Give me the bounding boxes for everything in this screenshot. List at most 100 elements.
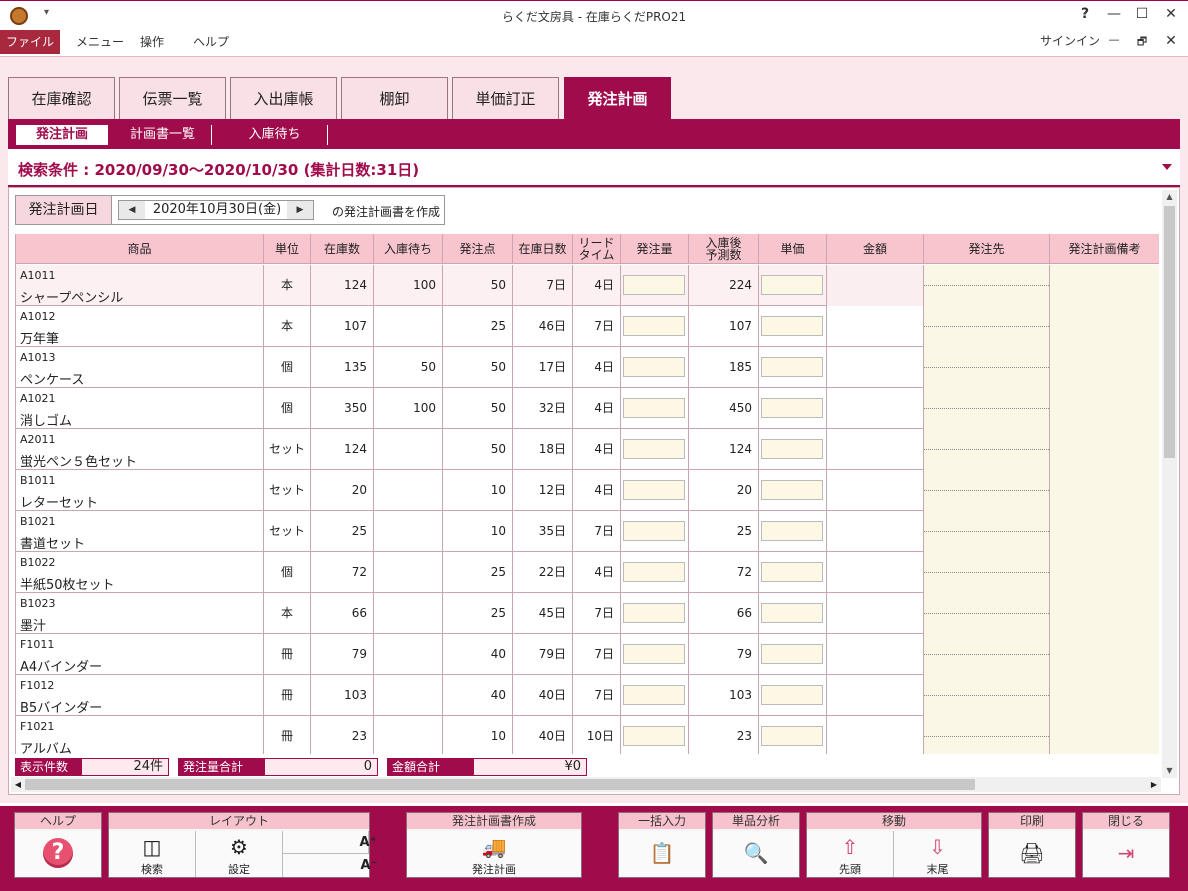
col-header-waiting[interactable]: 入庫待ち — [374, 234, 443, 264]
table-row[interactable]: B1022 半紙50枚セット個 72 25 22日 4日 72 — [16, 552, 1159, 593]
cell-plan-note[interactable] — [1050, 470, 1159, 511]
cell-supplier[interactable] — [924, 265, 1050, 306]
cell-supplier[interactable] — [924, 511, 1050, 552]
cell-plan-note[interactable] — [1050, 347, 1159, 388]
unit-price-input[interactable] — [761, 439, 823, 459]
scroll-right-icon[interactable]: ▶ — [1147, 777, 1161, 792]
signin-link[interactable]: サインイン — [1040, 32, 1100, 49]
unit-price-input[interactable] — [761, 480, 823, 500]
cell-plan-note[interactable] — [1050, 388, 1159, 429]
cell-plan-note[interactable] — [1050, 552, 1159, 593]
col-header-supplier[interactable]: 発注先 — [924, 234, 1050, 264]
unit-price-input[interactable] — [761, 644, 823, 664]
maximize-button[interactable]: ☐ — [1132, 6, 1152, 22]
unit-price-input[interactable] — [761, 562, 823, 582]
vertical-scroll-thumb[interactable] — [1164, 206, 1175, 458]
sub-restore-button[interactable]: 🗗 — [1132, 33, 1152, 52]
order-qty-input[interactable] — [623, 480, 685, 500]
cell-plan-note[interactable] — [1050, 593, 1159, 634]
font-decrease-button[interactable]: A⁻ — [283, 854, 377, 877]
subtab-plan-list[interactable]: 計画書一覧 — [114, 125, 212, 145]
cell-supplier[interactable] — [924, 552, 1050, 593]
help-button[interactable]: ? — [15, 831, 101, 877]
col-header-unit-price[interactable]: 単価 — [759, 234, 827, 264]
cell-plan-note[interactable] — [1050, 265, 1159, 306]
create-plan-button[interactable]: 🚚 発注計画 — [407, 831, 581, 877]
cell-supplier[interactable] — [924, 675, 1050, 716]
order-qty-input[interactable] — [623, 603, 685, 623]
col-header-lead-time[interactable]: リード タイム — [573, 234, 621, 264]
cell-plan-note[interactable] — [1050, 511, 1159, 552]
first-button[interactable]: ⇧ 先頭 — [807, 831, 894, 877]
order-qty-input[interactable] — [623, 562, 685, 582]
table-row[interactable]: A1021 消しゴム 個 350 100 50 32日 4日 450 — [16, 388, 1159, 429]
item-analysis-button[interactable]: 🔍 — [713, 831, 799, 877]
scroll-up-icon[interactable]: ▲ — [1162, 190, 1177, 204]
col-header-amount[interactable]: 金額 — [827, 234, 924, 264]
minimize-button[interactable]: — — [1104, 6, 1124, 22]
tab-price-correction[interactable]: 単価訂正 — [452, 77, 559, 119]
table-row[interactable]: A1011 シャープペンシル 本 124 100 50 7日 4日 224 — [16, 265, 1159, 306]
next-date-button[interactable]: ▶ — [287, 201, 313, 219]
print-button[interactable]: 🖨 — [989, 831, 1075, 877]
order-qty-input[interactable] — [623, 398, 685, 418]
order-qty-input[interactable] — [623, 644, 685, 664]
cell-plan-note[interactable] — [1050, 716, 1159, 754]
unit-price-input[interactable] — [761, 398, 823, 418]
table-row[interactable]: A2011 蛍光ペン５色セット セット 124 50 18日 4日 124 — [16, 429, 1159, 470]
col-header-reorder-point[interactable]: 発注点 — [443, 234, 513, 264]
unit-price-input[interactable] — [761, 603, 823, 623]
cell-plan-note[interactable] — [1050, 429, 1159, 470]
last-button[interactable]: ⇩ 末尾 — [894, 831, 981, 877]
tab-inventory-count[interactable]: 棚卸 — [341, 77, 448, 119]
cell-supplier[interactable] — [924, 593, 1050, 634]
expand-down-icon[interactable] — [1162, 164, 1172, 170]
plan-date-value[interactable]: 2020年10月30日(金) — [147, 201, 287, 219]
table-row[interactable]: B1023 墨汁本 66 25 45日 7日 66 — [16, 593, 1159, 634]
tab-in-out-ledger[interactable]: 入出庫帳 — [230, 77, 337, 119]
order-qty-input[interactable] — [623, 275, 685, 295]
order-qty-input[interactable] — [623, 357, 685, 377]
unit-price-input[interactable] — [761, 357, 823, 377]
table-row[interactable]: F1012 B5バインダー冊 103 40 40日 7日 103 — [16, 675, 1159, 716]
close-window-button[interactable]: ✕ — [1161, 6, 1181, 22]
table-row[interactable]: A1013 ペンケース個 135 50 50 17日 4日 185 — [16, 347, 1159, 388]
cell-supplier[interactable] — [924, 306, 1050, 347]
menu-file[interactable]: ファイル — [0, 30, 60, 54]
bulk-input-button[interactable]: 📋 — [619, 831, 705, 877]
table-row[interactable]: B1021 書道セット セット 25 10 35日 7日 25 — [16, 511, 1159, 552]
table-row[interactable]: F1021 アルバム冊 23 10 40日 10日 23 — [16, 716, 1159, 754]
col-header-order-qty[interactable]: 発注量 — [621, 234, 689, 264]
help-question-button[interactable]: ? — [1075, 6, 1095, 22]
menu-operation[interactable]: 操作 — [130, 30, 174, 54]
unit-price-input[interactable] — [761, 685, 823, 705]
col-header-product[interactable]: 商品 — [16, 234, 264, 264]
unit-price-input[interactable] — [761, 726, 823, 746]
order-qty-input[interactable] — [623, 685, 685, 705]
order-qty-input[interactable] — [623, 726, 685, 746]
search-condition-bar[interactable]: 検索条件 : 2020/09/30～2020/10/30 (集計日数:31日) — [8, 149, 1180, 187]
col-header-plan-note[interactable]: 発注計画備考 — [1050, 234, 1159, 264]
table-row[interactable]: A1012 万年筆本 107 25 46日 7日 107 — [16, 306, 1159, 347]
scroll-left-icon[interactable]: ◀ — [11, 777, 25, 792]
vertical-scrollbar[interactable]: ▲ ▼ — [1162, 190, 1177, 778]
sub-close-button[interactable]: ✕ — [1161, 33, 1181, 49]
col-header-stock-days[interactable]: 在庫日数 — [513, 234, 573, 264]
cell-supplier[interactable] — [924, 347, 1050, 388]
menu-help[interactable]: ヘルプ — [183, 30, 239, 54]
horizontal-scrollbar[interactable]: ◀ ▶ — [11, 777, 1161, 792]
font-increase-button[interactable]: A⁺ — [283, 831, 376, 854]
cell-supplier[interactable] — [924, 429, 1050, 470]
col-header-unit[interactable]: 単位 — [264, 234, 311, 264]
cell-supplier[interactable] — [924, 470, 1050, 511]
search-layout-button[interactable]: ◫ 検索 — [109, 831, 196, 877]
order-qty-input[interactable] — [623, 439, 685, 459]
cell-plan-note[interactable] — [1050, 675, 1159, 716]
cell-plan-note[interactable] — [1050, 634, 1159, 675]
order-qty-input[interactable] — [623, 316, 685, 336]
cell-supplier[interactable] — [924, 388, 1050, 429]
tab-stock-check[interactable]: 在庫確認 — [8, 77, 115, 119]
subtab-order-plan[interactable]: 発注計画 — [16, 125, 108, 145]
scroll-down-icon[interactable]: ▼ — [1162, 764, 1177, 778]
tab-order-plan[interactable]: 発注計画 — [564, 77, 671, 119]
